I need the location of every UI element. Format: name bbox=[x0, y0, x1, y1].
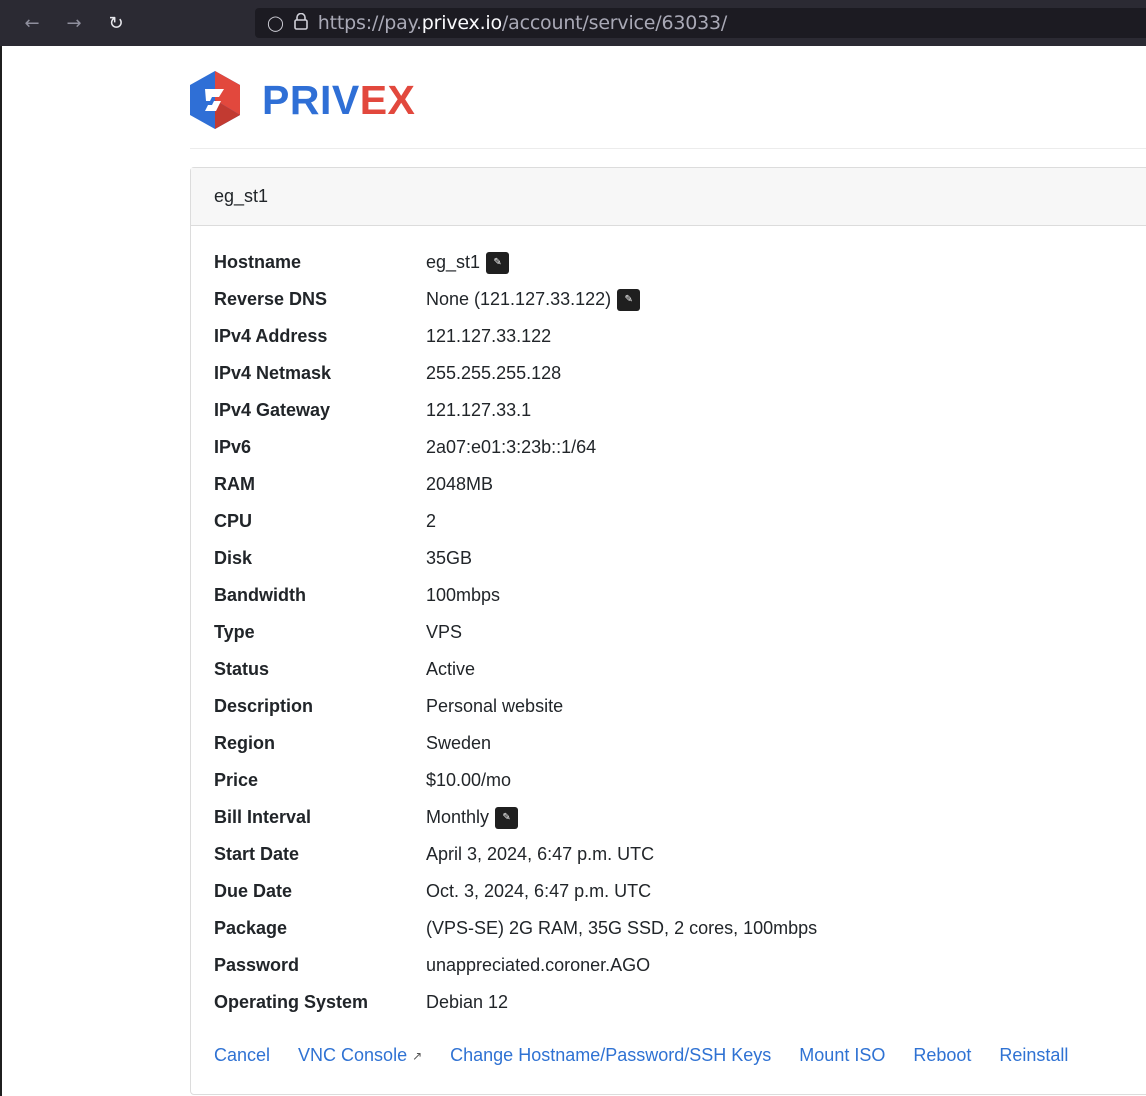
logo-text-ex: EX bbox=[359, 76, 416, 123]
logo-wordmark: PRIVEX bbox=[262, 77, 415, 124]
change-hostname-password-link[interactable]: Change Hostname/Password/SSH Keys bbox=[450, 1045, 771, 1066]
lock-icon-svg bbox=[293, 12, 308, 30]
detail-row-bill-interval: Bill Interval Monthly ✎ bbox=[214, 799, 817, 836]
detail-value: VPS bbox=[426, 622, 463, 642]
arrow-left-icon[interactable]: ← bbox=[18, 9, 46, 37]
edit-bill-interval-button[interactable]: ✎ bbox=[495, 806, 519, 829]
url-domain: privex.io bbox=[421, 12, 502, 34]
reinstall-link[interactable]: Reinstall bbox=[999, 1045, 1068, 1066]
detail-row-disk: Disk 35GB bbox=[214, 540, 817, 577]
detail-label: IPv4 Netmask bbox=[214, 363, 332, 383]
detail-value: Oct. 3, 2024, 6:47 p.m. UTC bbox=[426, 881, 652, 901]
mount-iso-link[interactable]: Mount ISO bbox=[799, 1045, 885, 1066]
detail-label: RAM bbox=[214, 474, 255, 494]
detail-row-start-date: Start Date April 3, 2024, 6:47 p.m. UTC bbox=[214, 836, 817, 873]
detail-value: Active bbox=[426, 659, 476, 679]
detail-label: Bandwidth bbox=[214, 585, 306, 605]
detail-label: Region bbox=[214, 733, 275, 753]
url-text[interactable]: https://pay.privex.io/account/service/63… bbox=[317, 12, 728, 34]
detail-label: Disk bbox=[214, 548, 253, 568]
detail-value: Personal website bbox=[426, 696, 564, 716]
address-bar[interactable]: ◯ https://pay.privex.io/account/service/… bbox=[255, 8, 1146, 38]
detail-label: Reverse DNS bbox=[214, 289, 328, 309]
detail-value: 2 bbox=[426, 511, 437, 531]
detail-label: Description bbox=[214, 696, 314, 716]
detail-value: April 3, 2024, 6:47 p.m. UTC bbox=[426, 844, 655, 864]
detail-label: Price bbox=[214, 770, 259, 790]
detail-row-region: Region Sweden bbox=[214, 725, 817, 762]
detail-row-ram: RAM 2048MB bbox=[214, 466, 817, 503]
detail-row-due-date: Due Date Oct. 3, 2024, 6:47 p.m. UTC bbox=[214, 873, 817, 910]
hostname-value: eg_st1 bbox=[426, 252, 481, 272]
detail-label: Hostname bbox=[214, 252, 302, 272]
detail-label: IPv6 bbox=[214, 437, 252, 457]
detail-row-ipv4-gateway: IPv4 Gateway 121.127.33.1 bbox=[214, 392, 817, 429]
detail-value: Sweden bbox=[426, 733, 492, 753]
shield-icon[interactable]: ◯ bbox=[267, 14, 284, 32]
detail-value: 255.255.255.128 bbox=[426, 363, 562, 383]
detail-label: Status bbox=[214, 659, 270, 679]
detail-label: Start Date bbox=[214, 844, 300, 864]
detail-value: eg_st1 ✎ bbox=[426, 251, 510, 274]
privex-hex-icon bbox=[190, 71, 240, 129]
card-title: eg_st1 bbox=[191, 168, 1146, 226]
detail-value: 2a07:e01:3:23b::1/64 bbox=[426, 437, 597, 457]
reverse-dns-value: None (121.127.33.122) bbox=[426, 289, 612, 309]
detail-label: IPv4 Address bbox=[214, 326, 328, 346]
detail-value: 2048MB bbox=[426, 474, 494, 494]
edit-hostname-button[interactable]: ✎ bbox=[486, 251, 510, 274]
detail-value: None (121.127.33.122) ✎ bbox=[426, 288, 641, 311]
detail-label: Package bbox=[214, 918, 288, 938]
detail-row-hostname: Hostname eg_st1 ✎ bbox=[214, 244, 817, 281]
detail-value: (VPS-SE) 2G RAM, 35G SSD, 2 cores, 100mb… bbox=[426, 918, 818, 938]
detail-row-reverse-dns: Reverse DNS None (121.127.33.122) ✎ bbox=[214, 281, 817, 318]
detail-row-price: Price $10.00/mo bbox=[214, 762, 817, 799]
detail-label: Password bbox=[214, 955, 300, 975]
detail-value: 121.127.33.1 bbox=[426, 400, 532, 420]
cancel-link[interactable]: Cancel bbox=[214, 1045, 270, 1066]
detail-row-password: Password unappreciated.coroner.AGO bbox=[214, 947, 817, 984]
service-details-list: Hostname eg_st1 ✎ Reverse DNS None (121.1… bbox=[214, 244, 817, 1021]
detail-row-status: Status Active bbox=[214, 651, 817, 688]
detail-row-type: Type VPS bbox=[214, 614, 817, 651]
url-prefix: https://pay. bbox=[317, 12, 422, 34]
detail-value: unappreciated.coroner.AGO bbox=[426, 955, 651, 975]
privex-logo[interactable]: PRIVEX bbox=[188, 70, 415, 130]
service-actions: Cancel VNC Console ↗ Change Hostname/Pas… bbox=[214, 1045, 1068, 1066]
arrow-right-icon[interactable]: → bbox=[60, 9, 88, 37]
reload-icon[interactable]: ↻ bbox=[102, 9, 130, 37]
bill-interval-value: Monthly bbox=[426, 807, 490, 827]
detail-value: 121.127.33.122 bbox=[426, 326, 552, 346]
url-path: /account/service/63033/ bbox=[501, 12, 728, 34]
detail-row-bandwidth: Bandwidth 100mbps bbox=[214, 577, 817, 614]
detail-row-description: Description Personal website bbox=[214, 688, 817, 725]
vnc-console-item: VNC Console ↗ bbox=[298, 1045, 422, 1066]
header-divider bbox=[190, 148, 1146, 149]
detail-value: 100mbps bbox=[426, 585, 501, 605]
detail-value: Monthly ✎ bbox=[426, 806, 519, 829]
detail-value: $10.00/mo bbox=[426, 770, 512, 790]
browser-toolbar: ← → ↻ ◯ https://pay.privex.io/account/se… bbox=[0, 0, 1146, 46]
detail-label: Due Date bbox=[214, 881, 293, 901]
detail-label: IPv4 Gateway bbox=[214, 400, 331, 420]
detail-row-ipv6: IPv6 2a07:e01:3:23b::1/64 bbox=[214, 429, 817, 466]
external-link-icon: ↗ bbox=[412, 1048, 423, 1063]
lock-icon[interactable] bbox=[293, 12, 308, 34]
reboot-link[interactable]: Reboot bbox=[913, 1045, 971, 1066]
detail-label: Bill Interval bbox=[214, 807, 312, 827]
detail-row-cpu: CPU 2 bbox=[214, 503, 817, 540]
service-card: eg_st1 Hostname eg_st1 ✎ Reverse DNS None… bbox=[190, 167, 1146, 1095]
logo-text-priv: PRIV bbox=[262, 76, 360, 123]
detail-label: Type bbox=[214, 622, 255, 642]
detail-label: CPU bbox=[214, 511, 253, 531]
detail-value: 35GB bbox=[426, 548, 473, 568]
detail-label: Operating System bbox=[214, 992, 369, 1012]
detail-row-ipv4-address: IPv4 Address 121.127.33.122 bbox=[214, 318, 817, 355]
detail-row-operating-system: Operating System Debian 12 bbox=[214, 984, 817, 1021]
detail-value: Debian 12 bbox=[426, 992, 509, 1012]
detail-row-ipv4-netmask: IPv4 Netmask 255.255.255.128 bbox=[214, 355, 817, 392]
edit-reverse-dns-button[interactable]: ✎ bbox=[617, 288, 641, 311]
vnc-console-link[interactable]: VNC Console bbox=[298, 1045, 407, 1066]
detail-row-package: Package (VPS-SE) 2G RAM, 35G SSD, 2 core… bbox=[214, 910, 817, 947]
